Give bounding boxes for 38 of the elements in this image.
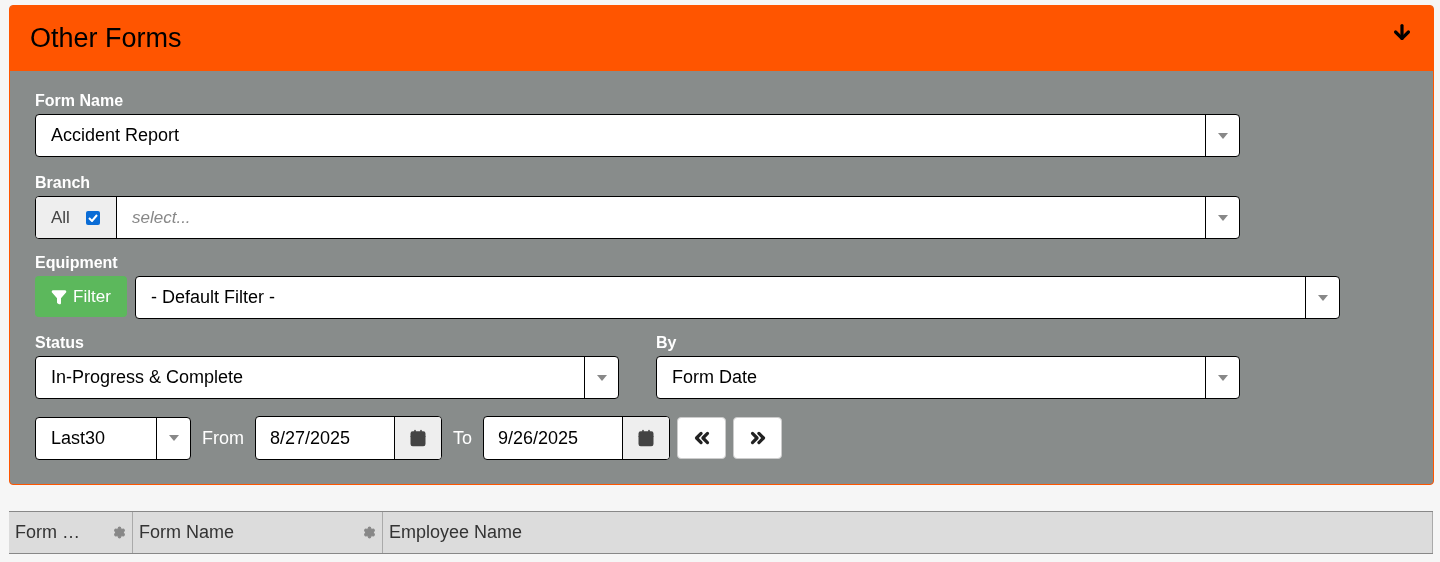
caret-icon	[596, 374, 607, 381]
filter-icon	[51, 288, 68, 305]
caret-icon	[1217, 132, 1228, 139]
caret-icon	[1217, 374, 1228, 381]
branch-select[interactable]: All select...	[35, 196, 1240, 239]
column-header[interactable]: Form Name	[133, 512, 383, 553]
equipment-select[interactable]: - Default Filter -	[135, 276, 1340, 319]
settings-icon[interactable]	[113, 526, 126, 539]
branch-input[interactable]: select...	[117, 204, 1205, 231]
caret-icon	[1217, 214, 1228, 221]
all-toggle[interactable]: All	[36, 197, 117, 238]
settings-icon[interactable]	[363, 526, 376, 539]
field-label: Form Name	[35, 91, 125, 111]
all-checkbox[interactable]	[85, 210, 100, 225]
next-button[interactable]	[733, 417, 782, 459]
previous-button[interactable]	[677, 417, 726, 459]
calendar-icon	[637, 429, 655, 447]
field-label: By	[656, 333, 678, 353]
panel-title: Other Forms	[30, 22, 182, 56]
calendar-button[interactable]	[622, 417, 669, 459]
field-label: Equipment	[35, 253, 119, 273]
from-label: From	[202, 426, 244, 450]
check-icon	[87, 213, 98, 222]
caret-icon	[1317, 294, 1328, 301]
field-label: Status	[35, 333, 85, 353]
by-select[interactable]: Form Date	[656, 356, 1240, 399]
calendar-button[interactable]	[394, 417, 441, 459]
caret-icon	[168, 435, 179, 441]
form-name-select[interactable]: Accident Report	[35, 114, 1240, 157]
to-label: To	[453, 426, 472, 450]
from-date-field[interactable]: 8/27/2025	[255, 416, 442, 460]
range-select[interactable]: Last30	[35, 416, 191, 460]
column-header[interactable]: Form …	[9, 512, 133, 553]
calendar-icon	[409, 429, 427, 447]
column-header[interactable]: Employee Name	[383, 512, 1433, 553]
to-date-field[interactable]: 9/26/2025	[483, 416, 670, 460]
field-label: Branch	[35, 173, 92, 193]
status-select[interactable]: In-Progress & Complete	[35, 356, 619, 399]
